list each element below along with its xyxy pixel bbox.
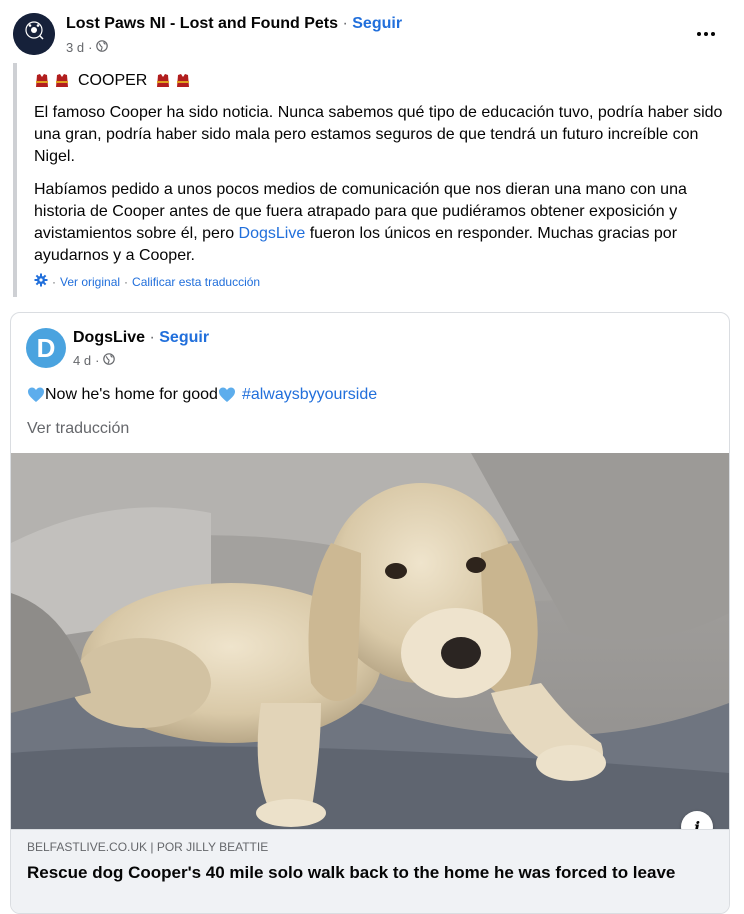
translation-controls: · Ver original · Calificar esta traducci… (34, 273, 260, 290)
shared-page-name-link[interactable]: DogsLive (73, 329, 145, 346)
blue-heart-emoji-icon (27, 386, 45, 404)
more-options-icon[interactable] (690, 22, 722, 46)
post-paragraph-1: El famoso Cooper ha sido noticia. Nunca … (34, 104, 723, 165)
separator: · (342, 15, 348, 32)
dogslive-mention-link[interactable]: DogsLive (239, 225, 306, 242)
gear-icon[interactable] (34, 273, 48, 290)
meta-separator: · (95, 353, 100, 368)
translation-bar (13, 63, 17, 297)
see-translation-link[interactable]: Ver traducción (27, 420, 129, 438)
dogslive-logo-letter: D (36, 332, 56, 363)
globe-icon (103, 353, 116, 368)
link-domain: BELFASTLIVE.CO.UK | POR JILLY BEATTIE (27, 840, 269, 854)
page-header: Lost Paws NI - Lost and Found Pets · Seg… (66, 15, 402, 33)
page-name-link[interactable]: Lost Paws NI - Lost and Found Pets (66, 15, 338, 32)
separator: · (149, 329, 155, 346)
link-title[interactable]: Rescue dog Cooper's 40 mile solo walk ba… (27, 862, 697, 883)
shared-post: D DogsLive · Seguir 4 d · Now he's home … (10, 312, 730, 914)
post-title: COOPER (78, 72, 148, 89)
rate-translation-link[interactable]: Calificar esta traducción (132, 275, 260, 289)
see-original-link[interactable]: Ver original (60, 275, 120, 289)
shared-post-meta: 4 d · (73, 353, 116, 368)
post-meta: 3 d · (66, 40, 109, 55)
shared-post-message: Now he's home for good (45, 386, 218, 403)
post-time[interactable]: 3 d (66, 40, 84, 55)
translation-separator: · (124, 274, 129, 289)
lost-paws-logo-icon (13, 13, 55, 55)
page-avatar[interactable] (13, 13, 55, 55)
post-body: COOPER El famoso Cooper ha sido noticia.… (34, 70, 724, 278)
dog-photo[interactable] (11, 453, 729, 829)
kimono-emoji-icon (155, 73, 171, 89)
shared-follow-button[interactable]: Seguir (159, 329, 209, 346)
link-preview[interactable]: BELFASTLIVE.CO.UK | POR JILLY BEATTIE Re… (11, 829, 729, 913)
post-card: Lost Paws NI - Lost and Found Pets · Seg… (0, 0, 744, 914)
shared-header: DogsLive · Seguir (73, 329, 209, 347)
blue-heart-emoji-icon (218, 386, 236, 404)
hashtag-link[interactable]: #alwaysbyyourside (242, 386, 377, 404)
meta-separator: · (88, 40, 93, 55)
shared-post-text: Now he's home for good #alwaysbyyourside (27, 386, 377, 404)
globe-icon (96, 40, 109, 55)
kimono-emoji-icon (34, 73, 50, 89)
kimono-emoji-icon (54, 73, 70, 89)
post-title-line: COOPER (34, 70, 724, 92)
translation-separator: · (52, 274, 56, 289)
follow-button[interactable]: Seguir (352, 15, 402, 32)
dogslive-avatar[interactable]: D (26, 328, 66, 368)
post-paragraph-2: Habíamos pedido a unos pocos medios de c… (34, 179, 724, 267)
kimono-emoji-icon (175, 73, 191, 89)
shared-post-time[interactable]: 4 d (73, 353, 91, 368)
